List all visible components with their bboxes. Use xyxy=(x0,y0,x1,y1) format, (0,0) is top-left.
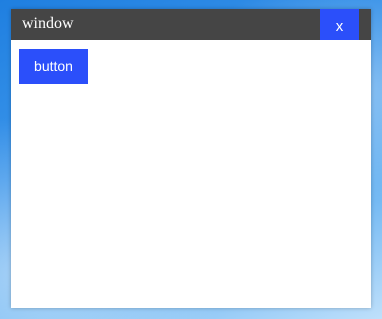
primary-button[interactable]: button xyxy=(19,49,88,84)
window-content: button xyxy=(11,40,371,308)
app-window: window x button xyxy=(11,9,371,308)
window-title: window xyxy=(22,15,74,32)
window-titlebar[interactable]: window xyxy=(11,9,371,40)
